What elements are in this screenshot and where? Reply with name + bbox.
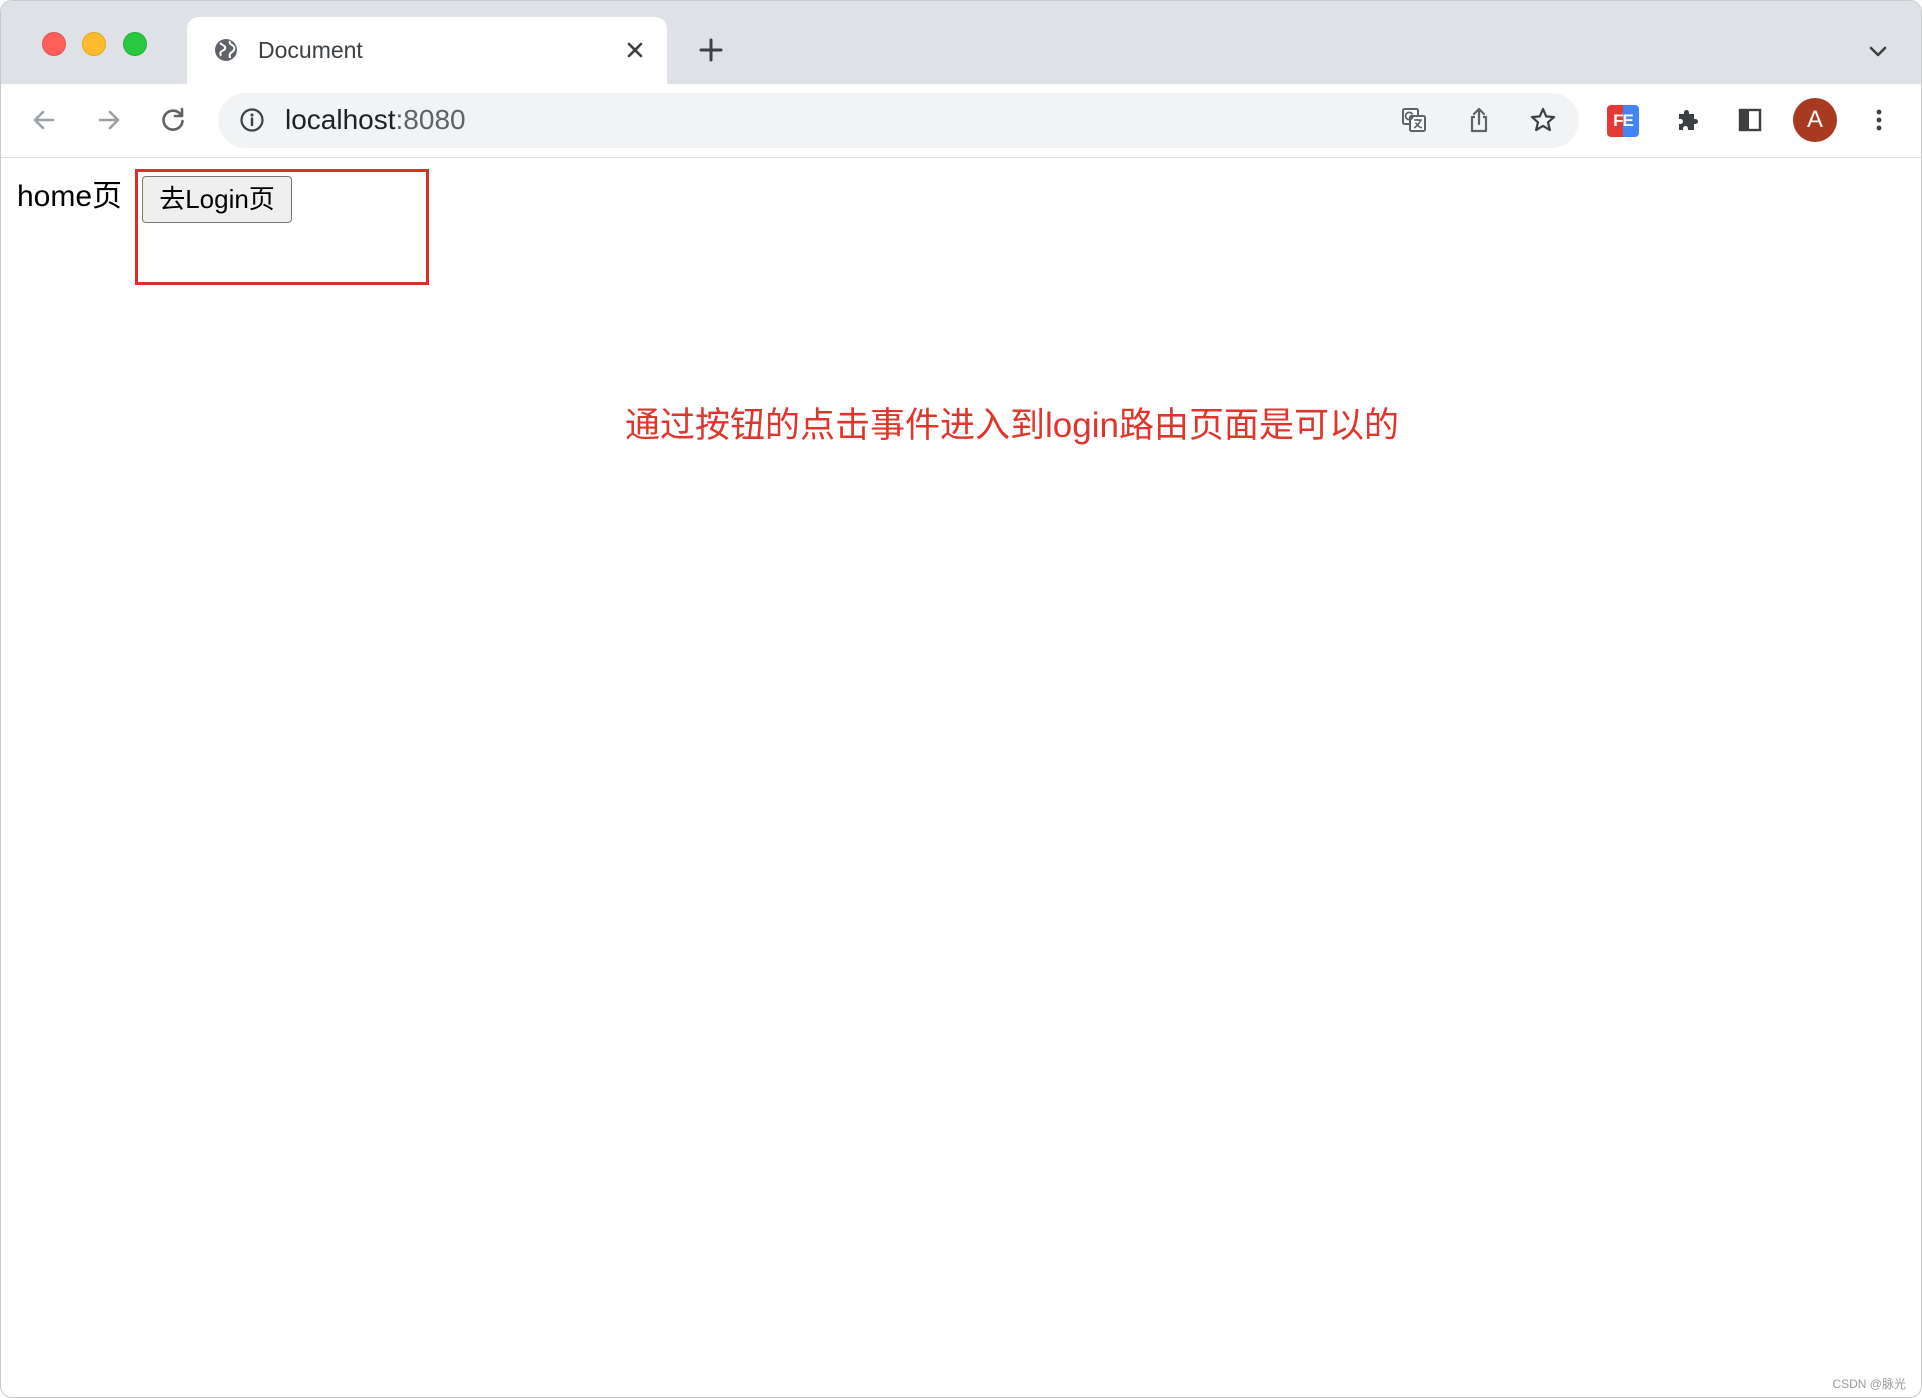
star-icon[interactable] [1529,106,1557,134]
window-maximize-button[interactable] [123,32,147,56]
page-title: home页 [17,180,123,213]
fe-icon-label: FE [1613,111,1634,130]
reload-icon[interactable] [159,106,187,134]
toolbar-divider [1,157,1921,158]
tab-title: Document [258,37,363,63]
url-text[interactable]: localhost:8080 [285,102,466,138]
chevron-down-icon[interactable] [1865,38,1891,64]
kebab-menu-icon[interactable] [1865,106,1893,134]
close-icon[interactable] [624,39,646,61]
plus-icon[interactable] [697,36,725,64]
globe-icon [215,39,237,61]
url-port: :8080 [395,104,466,135]
go-to-login-button[interactable]: 去Login页 [142,176,292,223]
share-icon[interactable] [1465,106,1493,134]
side-panel-icon[interactable] [1736,106,1764,134]
arrow-right-icon[interactable] [95,106,123,134]
arrow-left-icon[interactable] [30,106,58,134]
tab-document[interactable]: Document [187,17,667,84]
avatar[interactable]: A [1793,98,1837,142]
puzzle-icon[interactable] [1674,106,1702,134]
info-icon[interactable] [239,107,265,133]
browser-window: Document localhost:8080 FE A home页 去Logi… [0,0,1922,1398]
watermark: CSDN @脉光 [1832,1377,1906,1391]
annotation-text: 通过按钮的点击事件进入到login路由页面是可以的 [625,406,1399,445]
window-minimize-button[interactable] [82,32,106,56]
url-host: localhost [285,104,396,135]
fe-helper-icon[interactable]: FE [1607,105,1639,137]
translate-icon[interactable] [1400,106,1428,134]
window-close-button[interactable] [42,32,66,56]
